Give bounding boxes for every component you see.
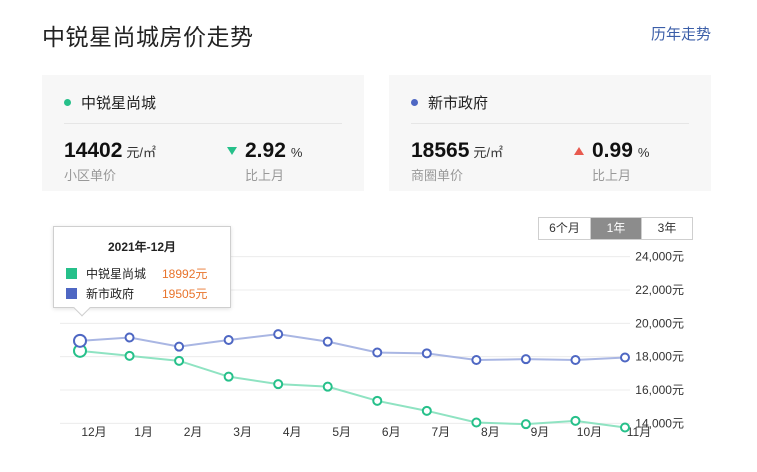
data-point <box>520 354 531 365</box>
price-unit: 元/㎡ <box>126 145 157 160</box>
change-label: 比上月 <box>592 168 632 183</box>
x-tick-label: 5月 <box>332 425 351 439</box>
x-tick-label: 9月 <box>531 425 550 439</box>
x-tick-label: 12月 <box>81 425 106 439</box>
range-3-years-button[interactable]: 3年 <box>641 218 692 239</box>
change-value: 0.99 <box>592 139 633 162</box>
x-tick-label: 3月 <box>233 425 252 439</box>
price-unit: 元/㎡ <box>473 145 504 160</box>
range-6-months-button[interactable]: 6个月 <box>539 218 590 239</box>
data-point <box>421 405 432 416</box>
page-title: 中锐星尚城房价走势 <box>42 24 254 50</box>
data-point <box>520 419 531 430</box>
data-point <box>620 352 630 363</box>
chart-tooltip: 2021年-12月 中锐星尚城 18992元 新市政府 19505元 <box>53 226 231 317</box>
history-trend-link[interactable]: 历年走势 <box>651 23 711 44</box>
y-tick-label: 22,000元 <box>635 283 684 297</box>
district-price-card: 新市政府 18565 元/㎡ 商圈单价 0.99% 比上月 <box>389 75 711 191</box>
range-1-year-button[interactable]: 1年 <box>590 218 641 239</box>
card-name: 新市政府 <box>428 95 489 112</box>
y-tick-label: 18,000元 <box>635 350 684 364</box>
data-point <box>73 333 87 348</box>
y-tick-label: 16,000元 <box>635 383 684 397</box>
data-point <box>174 341 185 352</box>
legend-square-icon <box>66 268 77 279</box>
x-tick-label: 10月 <box>577 425 602 439</box>
price-label: 小区单价 <box>64 168 117 183</box>
data-point <box>570 415 581 426</box>
community-price-card: 中锐星尚城 14402 元/㎡ 小区单价 2.92% 比上月 <box>42 75 364 191</box>
arrow-up-icon <box>574 147 584 155</box>
tooltip-row: 新市政府 19505元 <box>66 285 207 302</box>
x-tick-label: 8月 <box>481 425 500 439</box>
data-point <box>124 350 135 361</box>
change-unit: % <box>637 145 650 160</box>
tooltip-series-name: 中锐星尚城 <box>86 267 147 281</box>
tooltip-series-name: 新市政府 <box>86 287 135 301</box>
data-point <box>174 355 185 366</box>
data-point <box>620 422 630 433</box>
change-value: 2.92 <box>245 139 286 162</box>
y-tick-label: 20,000元 <box>635 316 684 330</box>
price-value: 18565 <box>411 139 470 162</box>
x-tick-label: 6月 <box>382 425 401 439</box>
change-unit: % <box>290 145 303 160</box>
data-point <box>322 381 333 392</box>
data-point <box>322 336 333 347</box>
change-label: 比上月 <box>245 168 285 183</box>
data-point <box>372 347 383 358</box>
card-name: 中锐星尚城 <box>81 95 157 112</box>
price-value: 14402 <box>64 139 123 162</box>
x-tick-label: 11月 <box>627 425 651 439</box>
series-line <box>79 349 626 429</box>
data-point <box>124 332 135 343</box>
data-point <box>471 417 482 428</box>
data-point <box>273 379 284 390</box>
divider <box>64 123 342 124</box>
legend-square-icon <box>66 288 77 299</box>
tooltip-series-value: 19505元 <box>162 287 208 301</box>
data-point <box>471 355 482 365</box>
series-line <box>79 333 626 362</box>
data-point <box>223 371 234 382</box>
tooltip-title: 2021年-12月 <box>107 240 177 254</box>
data-point <box>273 329 284 340</box>
time-range-selector: 6个月 1年 3年 <box>538 217 693 240</box>
arrow-down-icon <box>227 147 237 155</box>
x-tick-label: 4月 <box>283 425 302 439</box>
x-tick-label: 1月 <box>134 425 153 439</box>
legend-dot-icon <box>64 99 71 106</box>
x-tick-label: 7月 <box>431 425 450 439</box>
tooltip-series-value: 18992元 <box>162 267 208 281</box>
data-point <box>223 335 234 345</box>
data-point <box>421 348 432 359</box>
data-point <box>372 395 383 406</box>
price-label: 商圈单价 <box>411 168 464 183</box>
data-point <box>570 355 581 365</box>
y-tick-label: 24,000元 <box>635 250 684 264</box>
x-tick-label: 2月 <box>184 425 203 439</box>
divider <box>411 123 689 124</box>
tooltip-row: 中锐星尚城 18992元 <box>66 265 207 282</box>
legend-dot-icon <box>411 99 418 106</box>
